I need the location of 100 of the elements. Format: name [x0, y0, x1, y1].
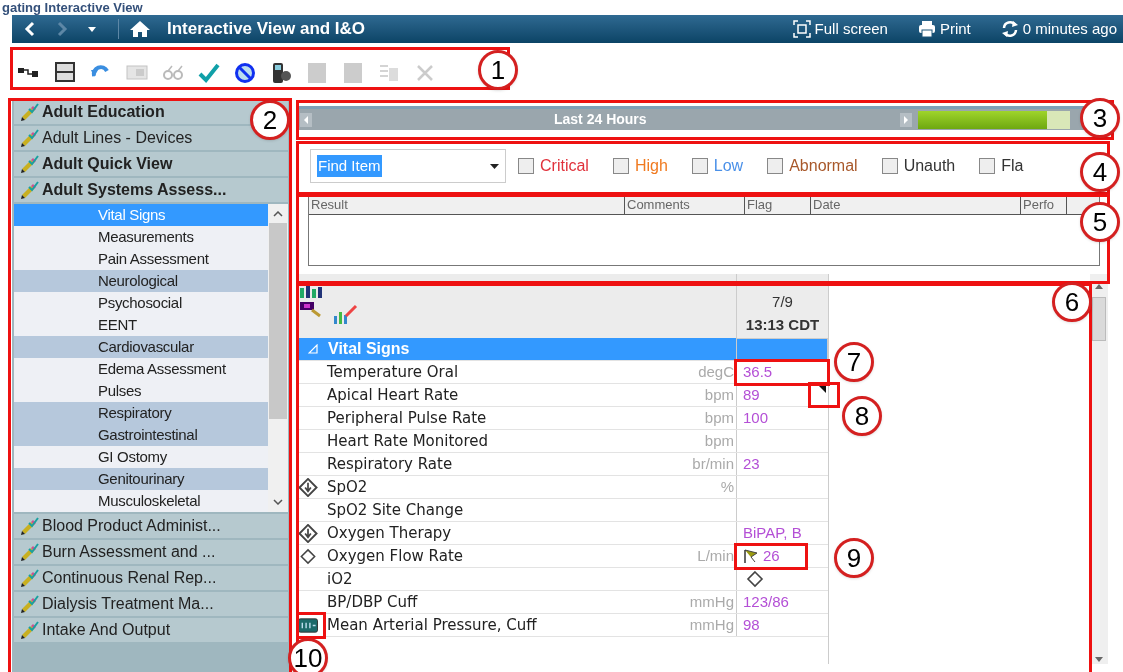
time-range-label: Last 24 Hours: [554, 110, 647, 129]
result-value[interactable]: 98: [743, 614, 760, 636]
document-heading: gating Interactive View: [2, 0, 143, 15]
flowsheet-row[interactable]: Heart Rate Monitored bpm: [296, 430, 828, 453]
callout-number: 6: [1052, 282, 1092, 322]
flowsheet-row[interactable]: Oxygen Therapy BiPAP, B: [296, 522, 828, 545]
sidebar-item[interactable]: Neurological: [14, 270, 268, 292]
filter-label: Critical: [540, 156, 589, 176]
flowsheet-row[interactable]: Respiratory Rate br/min 23: [296, 453, 828, 476]
split-view-icon[interactable]: [54, 62, 76, 84]
back-icon[interactable]: [24, 21, 36, 37]
filter-label: Fla: [1001, 156, 1024, 176]
caret-icon: [490, 163, 499, 169]
sidebar-item[interactable]: Gastrointestinal: [14, 424, 268, 446]
unit-label: bpm: [704, 384, 734, 405]
callout-number: 4: [1080, 152, 1120, 192]
row-label[interactable]: BP/DBP Cuff: [327, 590, 418, 614]
print-icon: [917, 20, 936, 38]
unit-label: %: [720, 476, 734, 497]
list-scrollbar[interactable]: [268, 204, 288, 512]
flowsheet-row[interactable]: SpO2 %: [296, 476, 828, 499]
pencil-check-icon: [20, 516, 40, 536]
row-label[interactable]: SpO2 Site Change: [327, 498, 464, 522]
scroll-right-icon[interactable]: [900, 112, 912, 127]
diamond-arrow-icon: [298, 524, 318, 543]
unit-label: bpm: [704, 430, 734, 451]
caret-icon[interactable]: [88, 26, 96, 32]
unit-label: bpm: [704, 407, 734, 428]
scrollbar-thumb[interactable]: [269, 223, 287, 419]
checkbox[interactable]: [881, 158, 898, 174]
flowsheet-row[interactable]: Oxygen Flow Rate L/min 26: [296, 545, 828, 568]
calculator-icon: [298, 616, 318, 635]
pencil-check-icon: [20, 102, 40, 122]
row-label[interactable]: Apical Heart Rate: [327, 383, 459, 407]
flowsheet-row[interactable]: SpO2 Site Change: [296, 499, 828, 522]
sidebar-item[interactable]: Cardiovascular: [14, 336, 268, 358]
sidebar-item[interactable]: Musculoskeletal: [14, 490, 268, 512]
sidebar-item[interactable]: Measurements: [14, 226, 268, 248]
forward-icon[interactable]: [56, 21, 68, 37]
result-value[interactable]: BiPAP, B: [743, 522, 802, 544]
sidebar-item[interactable]: EENT: [14, 314, 268, 336]
sidebar-item[interactable]: Psychosocial: [14, 292, 268, 314]
filter-label: High: [634, 156, 668, 176]
result-value[interactable]: 123/86: [743, 591, 789, 613]
column-date: 7/9: [772, 292, 793, 312]
full-screen-button[interactable]: Full screen: [792, 17, 888, 41]
checkbox[interactable]: [612, 158, 629, 174]
diamond-icon: [298, 547, 318, 566]
callout-number: 7: [834, 342, 874, 382]
home-icon[interactable]: [129, 20, 151, 38]
scroll-down-icon[interactable]: [273, 499, 283, 505]
row-label[interactable]: SpO2: [327, 475, 368, 499]
chart-edit-icon[interactable]: [332, 304, 358, 326]
window-title: Interactive View and I&O: [167, 18, 366, 41]
result-value[interactable]: 36.5: [743, 361, 773, 383]
unit-label: mmHg: [689, 591, 734, 612]
pencil-check-icon: [20, 620, 40, 640]
row-label[interactable]: Mean Arterial Pressure, Cuff: [327, 613, 537, 637]
sidebar-item[interactable]: Pulses: [14, 380, 268, 402]
result-value[interactable]: 26: [763, 545, 780, 567]
sidebar-item[interactable]: Respiratory: [14, 402, 268, 424]
row-label[interactable]: Heart Rate Monitored: [327, 429, 489, 453]
scroll-up-icon[interactable]: [273, 211, 283, 217]
unit-label: mmHg: [689, 614, 734, 635]
checkmark-icon[interactable]: [198, 62, 220, 84]
row-label[interactable]: iO2: [327, 567, 353, 591]
refresh-button[interactable]: 0 minutes ago: [1000, 17, 1117, 41]
device-icon[interactable]: [270, 62, 292, 84]
filter-label: Low: [713, 156, 744, 176]
flowsheet-row[interactable]: Apical Heart Rate bpm 89: [296, 384, 828, 407]
row-label[interactable]: Peripheral Pulse Rate: [327, 406, 487, 430]
row-label[interactable]: Oxygen Flow Rate: [327, 544, 463, 568]
print-button[interactable]: Print: [917, 17, 971, 41]
sidebar-item[interactable]: Genitourinary: [14, 468, 268, 490]
pencil-check-icon: [20, 128, 40, 148]
prohibited-icon[interactable]: [234, 62, 256, 84]
sidebar-item[interactable]: GI Ostomy: [14, 446, 268, 468]
scrollbar-thumb[interactable]: [1092, 297, 1106, 341]
checkbox[interactable]: [518, 158, 534, 174]
checkbox[interactable]: [767, 158, 784, 174]
row-label[interactable]: Oxygen Therapy: [327, 521, 452, 545]
scroll-down-icon[interactable]: [1095, 657, 1103, 662]
scroll-left-icon[interactable]: [300, 112, 312, 127]
collapse-icon[interactable]: [308, 344, 318, 354]
sidebar-item[interactable]: Edema Assessment: [14, 358, 268, 380]
sidebar-item[interactable]: Pain Assessment: [14, 248, 268, 270]
result-value[interactable]: 23: [743, 453, 760, 475]
result-value[interactable]: 100: [743, 407, 769, 429]
result-value[interactable]: 89: [743, 384, 760, 406]
fullscreen-icon: [792, 20, 811, 38]
row-label[interactable]: Respiratory Rate: [327, 452, 453, 476]
callout-number: 10: [288, 638, 328, 672]
refresh-icon: [1000, 20, 1019, 38]
checkbox[interactable]: [691, 158, 708, 174]
flowsheet-row[interactable]: Mean Arterial Pressure, Cuff mmHg 98: [296, 614, 828, 637]
diamond-arrow-icon: [298, 478, 318, 497]
flowsheet-row[interactable]: Peripheral Pulse Rate bpm 100: [296, 407, 828, 430]
checkbox[interactable]: [979, 158, 996, 174]
row-label[interactable]: Temperature Oral: [327, 360, 459, 384]
flowsheet-row[interactable]: iO2: [296, 568, 828, 591]
